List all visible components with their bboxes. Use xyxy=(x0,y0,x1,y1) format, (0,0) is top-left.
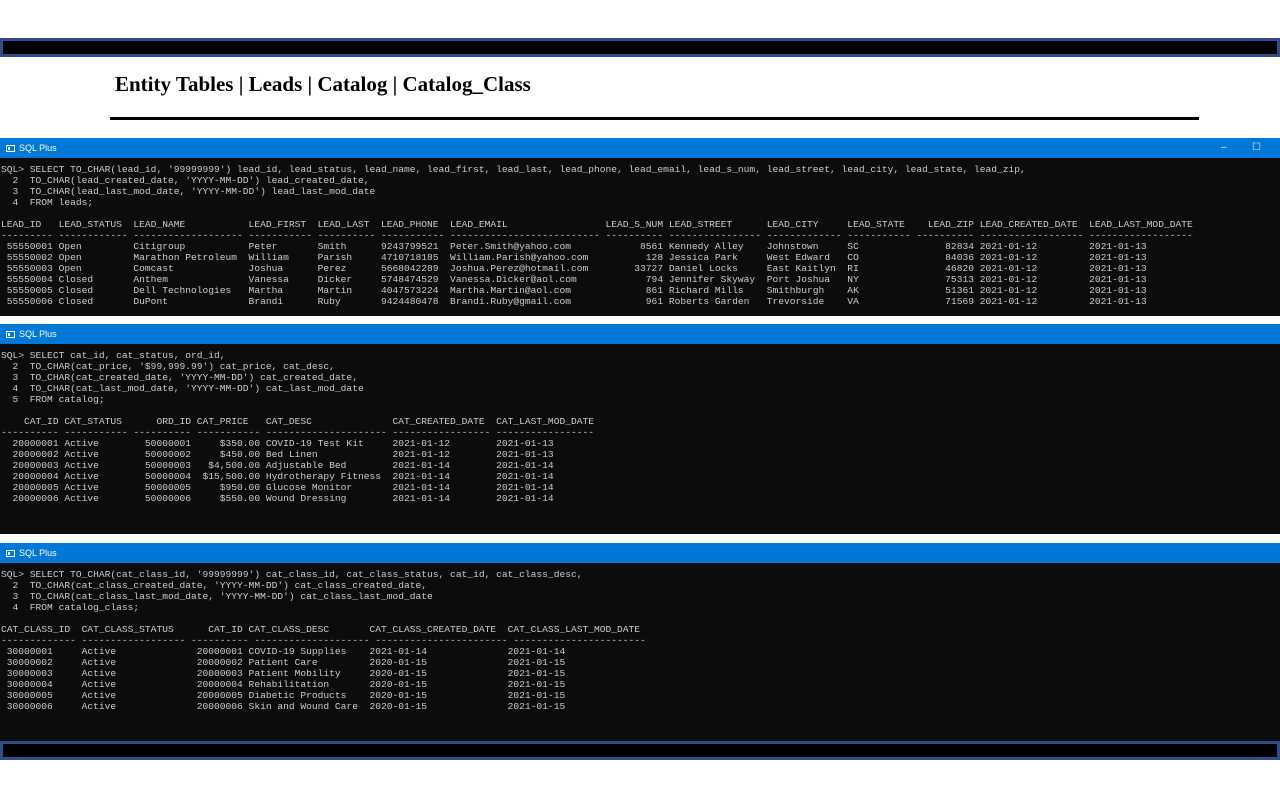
window-titlebar[interactable]: SQL Plus – ☐ xyxy=(0,138,1280,158)
window-title: SQL Plus xyxy=(19,548,57,558)
sqlplus-window-catalog[interactable]: SQL Plus SQL> SELECT cat_id, cat_status,… xyxy=(0,324,1280,534)
title-divider xyxy=(110,117,1199,120)
terminal-line: 55550006 Closed DuPont Brandi Ruby 94244… xyxy=(1,296,1147,307)
terminal-output-leads[interactable]: SQL> SELECT TO_CHAR(lead_id, '99999999')… xyxy=(0,158,1280,307)
terminal-line: 20000005 Active 50000005 $950.00 Glucose… xyxy=(1,482,554,493)
terminal-line: SQL> SELECT TO_CHAR(cat_class_id, '99999… xyxy=(1,569,583,580)
sqlplus-window-catalog-class[interactable]: SQL Plus SQL> SELECT TO_CHAR(cat_class_i… xyxy=(0,543,1280,741)
terminal-line: 4 FROM catalog_class; xyxy=(1,602,140,613)
window-titlebar[interactable]: SQL Plus xyxy=(0,543,1280,563)
minimize-button[interactable]: – xyxy=(1221,138,1227,158)
terminal-line: 20000002 Active 50000002 $450.00 Bed Lin… xyxy=(1,449,554,460)
terminal-line: CAT_CLASS_ID CAT_CLASS_STATUS CAT_ID CAT… xyxy=(1,624,641,635)
terminal-line: 20000006 Active 50000006 $550.00 Wound D… xyxy=(1,493,554,504)
sqlplus-app-icon xyxy=(6,330,15,338)
terminal-line: ---------- ----------- ---------- ------… xyxy=(1,427,594,438)
terminal-line: 55550004 Closed Anthem Vanessa Dicker 57… xyxy=(1,274,1147,285)
terminal-line: 2 TO_CHAR(cat_class_created_date, 'YYYY-… xyxy=(1,580,428,591)
terminal-line: 5 FROM catalog; xyxy=(1,394,105,405)
terminal-line: SQL> SELECT TO_CHAR(lead_id, '99999999')… xyxy=(1,164,1026,175)
top-decorative-bar xyxy=(0,38,1280,57)
terminal-line: 55550005 Closed Dell Technologies Martha… xyxy=(1,285,1147,296)
terminal-line: 30000004 Active 20000004 Rehabilitation … xyxy=(1,679,566,690)
terminal-line: SQL> SELECT cat_id, cat_status, ord_id, xyxy=(1,350,226,361)
terminal-output-catalog[interactable]: SQL> SELECT cat_id, cat_status, ord_id, … xyxy=(0,344,1280,504)
terminal-line: 4 FROM leads; xyxy=(1,197,94,208)
window-title: SQL Plus xyxy=(19,329,57,339)
terminal-line: 20000001 Active 50000001 $350.00 COVID-1… xyxy=(1,438,554,449)
window-titlebar[interactable]: SQL Plus xyxy=(0,324,1280,344)
terminal-line: 30000002 Active 20000002 Patient Care 20… xyxy=(1,657,566,668)
terminal-line: 30000006 Active 20000006 Skin and Wound … xyxy=(1,701,566,712)
sqlplus-app-icon xyxy=(6,144,15,152)
terminal-line: 3 TO_CHAR(cat_created_date, 'YYYY-MM-DD'… xyxy=(1,372,358,383)
terminal-line: 2 TO_CHAR(cat_price, '$99,999.99') cat_p… xyxy=(1,361,335,372)
window-title: SQL Plus xyxy=(19,143,57,153)
slide-title: Entity Tables | Leads | Catalog | Catalo… xyxy=(115,72,531,96)
terminal-line: CAT_ID CAT_STATUS ORD_ID CAT_PRICE CAT_D… xyxy=(1,416,594,427)
bottom-decorative-bar xyxy=(0,741,1280,760)
terminal-line: 3 TO_CHAR(cat_class_last_mod_date, 'YYYY… xyxy=(1,591,433,602)
terminal-line: LEAD_ID LEAD_STATUS LEAD_NAME LEAD_FIRST… xyxy=(1,219,1193,230)
terminal-line: 2 TO_CHAR(lead_created_date, 'YYYY-MM-DD… xyxy=(1,175,370,186)
terminal-line: ------------- ------------------ -------… xyxy=(1,635,646,646)
terminal-line: --------- ------------ -----------------… xyxy=(1,230,1193,241)
terminal-line: 20000004 Active 50000004 $15,500.00 Hydr… xyxy=(1,471,554,482)
terminal-line: 30000001 Active 20000001 COVID-19 Suppli… xyxy=(1,646,566,657)
terminal-line: 30000003 Active 20000003 Patient Mobilit… xyxy=(1,668,566,679)
terminal-line: 20000003 Active 50000003 $4,500.00 Adjus… xyxy=(1,460,554,471)
terminal-line: 4 TO_CHAR(cat_last_mod_date, 'YYYY-MM-DD… xyxy=(1,383,364,394)
terminal-line: 55550001 Open Citigroup Peter Smith 9243… xyxy=(1,241,1147,252)
terminal-line: 55550002 Open Marathon Petroleum William… xyxy=(1,252,1147,263)
terminal-line: 3 TO_CHAR(lead_last_mod_date, 'YYYY-MM-D… xyxy=(1,186,376,197)
terminal-output-catalog-class[interactable]: SQL> SELECT TO_CHAR(cat_class_id, '99999… xyxy=(0,563,1280,712)
terminal-line: 30000005 Active 20000005 Diabetic Produc… xyxy=(1,690,566,701)
sqlplus-app-icon xyxy=(6,549,15,557)
sqlplus-window-leads[interactable]: SQL Plus – ☐ SQL> SELECT TO_CHAR(lead_id… xyxy=(0,138,1280,316)
terminal-line: 55550003 Open Comcast Joshua Perez 56680… xyxy=(1,263,1147,274)
maximize-button[interactable]: ☐ xyxy=(1252,138,1261,158)
